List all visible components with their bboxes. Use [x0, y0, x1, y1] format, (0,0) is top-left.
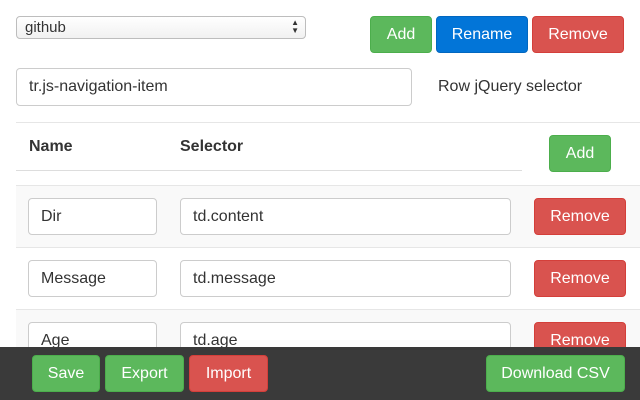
row-name-input[interactable]	[28, 260, 157, 297]
table-top-divider	[16, 122, 640, 123]
rename-profile-button[interactable]: Rename	[436, 16, 528, 53]
export-button[interactable]: Export	[105, 355, 184, 392]
table-header-divider	[16, 170, 522, 171]
save-button[interactable]: Save	[32, 355, 100, 392]
profile-select-value: github	[25, 19, 66, 36]
remove-profile-button[interactable]: Remove	[532, 16, 624, 53]
remove-row-button[interactable]: Remove	[534, 198, 626, 235]
import-button[interactable]: Import	[189, 355, 268, 392]
column-header-name: Name	[29, 138, 73, 155]
add-field-button[interactable]: Add	[549, 135, 611, 172]
remove-row-button[interactable]: Remove	[534, 260, 626, 297]
row-selector-field[interactable]	[180, 260, 511, 297]
footer-bar: Save Export Import Download CSV	[0, 347, 640, 400]
column-header-selector: Selector	[180, 138, 244, 155]
row-selector-input[interactable]	[16, 68, 412, 106]
row-name-input[interactable]	[28, 198, 157, 235]
add-profile-button[interactable]: Add	[370, 16, 432, 53]
row-selector-field[interactable]	[180, 198, 511, 235]
download-csv-button[interactable]: Download CSV	[486, 355, 625, 392]
row-divider	[16, 247, 640, 248]
select-arrows-icon: ▲ ▼	[291, 18, 299, 35]
profile-select[interactable]: github ▲ ▼	[16, 16, 306, 39]
row-selector-label: Row jQuery selector	[438, 78, 583, 95]
